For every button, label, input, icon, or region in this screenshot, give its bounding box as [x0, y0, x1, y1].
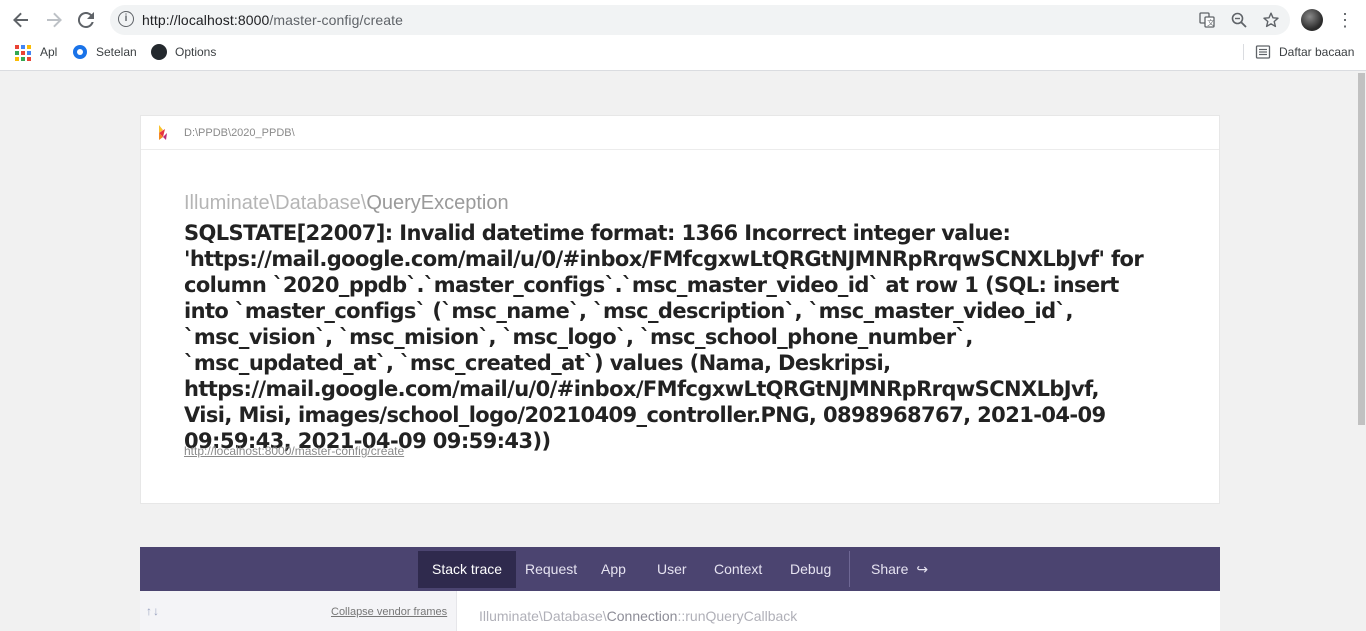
collapse-vendor-frames-link[interactable]: Collapse vendor frames — [331, 606, 447, 618]
url-path: /master-config/create — [269, 12, 404, 28]
exception-card-header: D:\PPDB\2020_PPDB\ — [141, 116, 1219, 150]
address-url[interactable]: http://localhost:8000/master-config/crea… — [142, 12, 403, 28]
frame-class: Connection — [606, 608, 678, 624]
exception-class: Illuminate\Database\QueryException — [184, 192, 509, 215]
exception-card: D:\PPDB\2020_PPDB\ Illuminate\Database\Q… — [140, 115, 1220, 504]
stack-trace-panel: ↑↓ Collapse vendor frames Illuminate\Dat… — [140, 591, 1220, 631]
tab-context[interactable]: Context — [700, 551, 776, 588]
site-info-icon[interactable]: i — [118, 11, 134, 27]
translate-icon[interactable]: 文 — [1198, 11, 1216, 29]
back-icon[interactable] — [9, 8, 33, 32]
ignition-logo-icon — [159, 125, 167, 140]
browser-toolbar: i http://localhost:8000/master-config/cr… — [0, 3, 1366, 37]
exception-message: SQLSTATE[22007]: Invalid datetime format… — [184, 221, 1144, 453]
tab-request[interactable]: Request — [511, 551, 591, 588]
url-host: http://localhost:8000 — [142, 12, 270, 28]
reading-list[interactable]: Daftar bacaan — [1255, 43, 1354, 61]
tab-share-label: Share — [871, 561, 909, 577]
project-path: D:\PPDB\2020_PPDB\ — [184, 127, 295, 139]
gear-icon — [73, 45, 87, 59]
page-scrollbar[interactable] — [1357, 71, 1366, 627]
tab-user[interactable]: User — [643, 551, 701, 588]
bookmark-apps[interactable]: Apl — [14, 43, 57, 61]
browser-menu-icon[interactable]: ⋮ — [1336, 9, 1354, 31]
error-tabs: Stack trace Request App User Context Deb… — [140, 547, 1220, 591]
frame-title: Illuminate\Database\Connection::runQuery… — [479, 608, 797, 624]
exception-namespace: Illuminate\Database\ — [184, 192, 367, 214]
reading-list-label: Daftar bacaan — [1279, 45, 1355, 59]
frame-nav-arrows-icon[interactable]: ↑↓ — [146, 604, 160, 618]
tab-share[interactable]: Share ↪ — [857, 551, 942, 588]
tab-stack-trace[interactable]: Stack trace — [418, 551, 517, 588]
zoom-icon[interactable] — [1230, 11, 1248, 29]
bookmark-options-label: Options — [175, 45, 217, 59]
bookmark-star-icon[interactable] — [1262, 11, 1280, 29]
scrollbar-thumb[interactable] — [1358, 73, 1365, 425]
github-icon — [151, 44, 167, 60]
bookmarks-divider — [1243, 44, 1244, 60]
reading-list-icon — [1255, 45, 1271, 59]
share-arrow-icon: ↪ — [916, 561, 929, 577]
stack-frames-sidebar: ↑↓ Collapse vendor frames — [140, 591, 457, 631]
tab-debug[interactable]: Debug — [776, 551, 845, 588]
request-url-link[interactable]: http://localhost:8000/master-config/crea… — [184, 444, 404, 458]
exception-class-name: QueryException — [366, 192, 509, 214]
svg-text:文: 文 — [1207, 18, 1214, 27]
frame-namespace: Illuminate\Database\ — [479, 608, 607, 624]
profile-avatar[interactable] — [1301, 9, 1323, 31]
bookmark-setelan[interactable]: Setelan — [73, 43, 137, 61]
forward-icon[interactable] — [42, 8, 66, 32]
frame-method: ::runQueryCallback — [677, 608, 798, 624]
bookmark-setelan-label: Setelan — [96, 45, 137, 59]
address-bar[interactable]: i http://localhost:8000/master-config/cr… — [110, 5, 1290, 35]
bookmark-apps-label: Apl — [40, 45, 58, 59]
page-content: D:\PPDB\2020_PPDB\ Illuminate\Database\Q… — [0, 71, 1366, 631]
browser-chrome: i http://localhost:8000/master-config/cr… — [0, 0, 1366, 71]
tabs-divider — [849, 551, 850, 587]
bookmark-options[interactable]: Options — [151, 43, 216, 61]
bookmarks-bar: Apl Setelan Options Daftar bacaan — [0, 40, 1366, 64]
tab-app[interactable]: App — [587, 551, 640, 588]
apps-grid-icon — [14, 44, 31, 61]
reload-icon[interactable] — [74, 8, 98, 32]
